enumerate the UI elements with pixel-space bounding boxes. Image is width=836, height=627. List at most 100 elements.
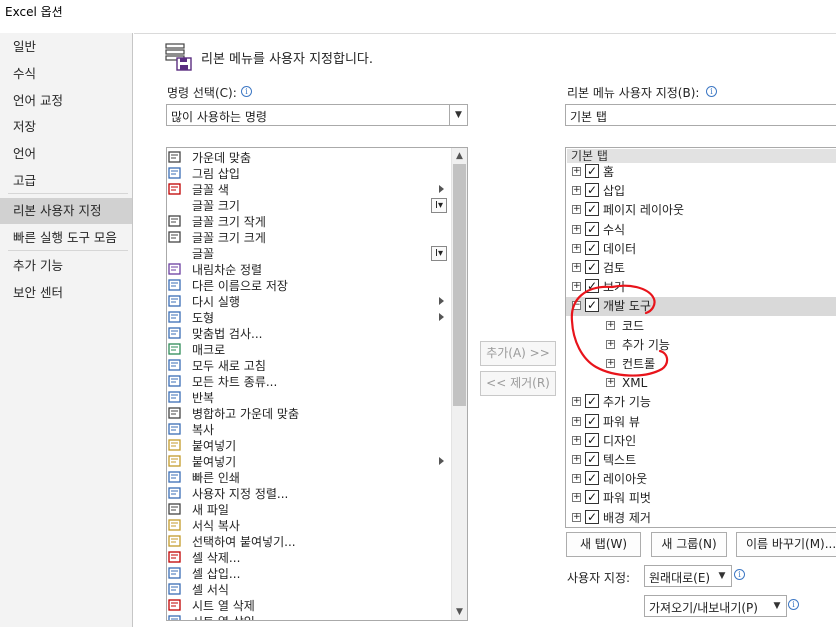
tab-checkbox[interactable]: ✓ xyxy=(585,221,599,236)
ribbon-tab-item[interactable]: + ✓ 디자인 xyxy=(566,432,836,451)
sidebar-item[interactable]: 수식 xyxy=(0,61,132,87)
tab-checkbox[interactable]: ✓ xyxy=(585,509,599,524)
tab-checkbox[interactable]: ✓ xyxy=(585,471,599,486)
command-item[interactable]: 다시 실행 xyxy=(167,294,452,310)
command-item[interactable]: 서식 복사 xyxy=(167,518,452,534)
expand-icon[interactable]: + xyxy=(572,186,581,196)
new-group-button[interactable]: 새 그룹(N) xyxy=(651,532,727,557)
sidebar-item[interactable]: 언어 xyxy=(0,141,132,167)
expand-icon[interactable]: + xyxy=(572,224,581,234)
scrollbar-thumb[interactable] xyxy=(453,164,466,406)
tab-checkbox[interactable]: ✓ xyxy=(585,413,599,428)
scroll-up-icon[interactable]: ▲ xyxy=(452,149,467,163)
expand-icon[interactable]: + xyxy=(572,435,581,445)
ribbon-tab-item[interactable]: + ✓ 페이지 레이아웃 xyxy=(566,201,836,220)
expand-icon[interactable]: + xyxy=(572,455,581,464)
command-item[interactable]: 병합하고 가운데 맞춤 xyxy=(167,406,452,422)
ribbon-tab-item[interactable]: + ✓ 추가 기능 xyxy=(566,393,836,412)
ribbon-tab-item[interactable]: + ✓ 텍스트 xyxy=(566,451,836,470)
sidebar-item[interactable]: 언어 교정 xyxy=(0,88,132,114)
info-icon[interactable]: i xyxy=(788,599,799,610)
command-item[interactable]: 글꼴 크기 크게 xyxy=(167,230,452,246)
command-item[interactable]: 새 파일 xyxy=(167,502,452,518)
tab-checkbox[interactable]: ✓ xyxy=(585,432,599,447)
command-item[interactable]: 시트 열 삭제 xyxy=(167,598,452,614)
info-icon[interactable]: i xyxy=(734,569,745,580)
command-item[interactable]: 글꼴 크기 작게 xyxy=(167,214,452,230)
tab-checkbox[interactable]: ✓ xyxy=(585,202,599,217)
ribbon-tab-item[interactable]: + ✓ 데이터 xyxy=(566,240,836,259)
scroll-down-icon[interactable]: ▼ xyxy=(452,605,467,619)
tab-checkbox[interactable]: ✓ xyxy=(585,164,599,178)
choose-commands-dropdown[interactable]: 많이 사용하는 명령 ▼ xyxy=(166,104,468,126)
ribbon-tab-item[interactable]: + ✓ 홈 xyxy=(566,163,836,182)
blank-icon xyxy=(167,246,185,262)
tab-checkbox[interactable]: ✓ xyxy=(585,394,599,409)
command-item[interactable]: 가운데 맞춤 xyxy=(167,150,452,166)
tab-checkbox[interactable]: ✓ xyxy=(585,490,599,505)
command-item[interactable]: 도형 xyxy=(167,310,452,326)
command-item[interactable]: 셀 삽입... xyxy=(167,566,452,582)
customize-ribbon-icon xyxy=(165,43,192,71)
tab-checkbox[interactable]: ✓ xyxy=(585,240,599,255)
command-item[interactable]: 모든 차트 종류... xyxy=(167,374,452,390)
command-item[interactable]: 시트 열 삽입 xyxy=(167,614,452,620)
command-item[interactable]: 모두 새로 고침 xyxy=(167,358,452,374)
ribbon-tab-item[interactable]: + ✓ 레이아웃 xyxy=(566,470,836,489)
command-item[interactable]: 매크로 xyxy=(167,342,452,358)
tab-checkbox[interactable]: ✓ xyxy=(585,260,599,274)
remove-button[interactable]: << 제거(R) xyxy=(480,371,556,396)
command-item[interactable]: 붙여넣기 xyxy=(167,438,452,454)
sidebar-item[interactable]: 저장 xyxy=(0,114,132,140)
ribbon-tab-item[interactable]: + ✓ 파워 피벗 xyxy=(566,489,836,508)
expand-icon[interactable]: + xyxy=(572,243,581,253)
new-tab-button[interactable]: 새 탭(W) xyxy=(566,532,641,557)
tab-checkbox[interactable]: ✓ xyxy=(585,183,599,198)
command-item[interactable]: 반복 xyxy=(167,390,452,406)
command-item[interactable]: 글꼴 색 xyxy=(167,182,452,198)
info-icon[interactable]: i xyxy=(706,86,717,97)
tab-checkbox[interactable]: ✓ xyxy=(585,452,599,466)
sidebar-item[interactable]: 고급 xyxy=(0,168,132,194)
sidebar-item[interactable]: 보안 센터 xyxy=(0,280,132,306)
customize-ribbon-dropdown[interactable]: 기본 탭 xyxy=(565,104,836,126)
reset-dropdown[interactable]: 원래대로(E) ▼ xyxy=(644,565,732,587)
command-item[interactable]: 셀 삭제... xyxy=(167,550,452,566)
rename-button[interactable]: 이름 바꾸기(M)... xyxy=(736,532,836,557)
sidebar-item[interactable]: 일반 xyxy=(0,34,132,60)
sidebar-item[interactable]: 빠른 실행 도구 모음 xyxy=(0,225,132,251)
command-item[interactable]: 사용자 지정 정렬... xyxy=(167,486,452,502)
expand-icon[interactable]: + xyxy=(572,263,581,272)
commands-list[interactable]: ▲ ▼ 가운데 맞춤 그림 삽입 글꼴 색 글꼴 크기 I▾ 글꼴 크기 작게 글꼴 크기 … xyxy=(166,147,468,621)
sidebar-item[interactable]: 리본 사용자 지정 xyxy=(0,198,132,224)
expand-icon[interactable]: + xyxy=(572,205,581,215)
commands-scrollbar[interactable]: ▲ ▼ xyxy=(451,148,467,620)
expand-icon[interactable]: + xyxy=(572,474,581,484)
ribbon-tab-item[interactable]: + ✓ 검토 xyxy=(566,259,836,278)
add-button[interactable]: 추가(A) >> xyxy=(480,341,556,366)
ribbon-tab-item[interactable]: + ✓ 배경 제거 xyxy=(566,509,836,527)
expand-icon[interactable]: + xyxy=(572,167,581,176)
ribbon-tab-item[interactable]: + ✓ 파워 뷰 xyxy=(566,413,836,432)
command-item[interactable]: 글꼴 크기 I▾ xyxy=(167,198,452,214)
info-icon[interactable]: i xyxy=(241,86,252,97)
command-item[interactable]: 내림차순 정렬 xyxy=(167,262,452,278)
sidebar-item[interactable]: 추가 기능 xyxy=(0,253,132,279)
command-item[interactable]: 글꼴 I▾ xyxy=(167,246,452,262)
command-item[interactable]: 셀 서식 xyxy=(167,582,452,598)
command-item[interactable]: 빠른 인쇄 xyxy=(167,470,452,486)
command-label: 선택하여 붙여넣기... xyxy=(192,535,296,549)
command-item[interactable]: 다른 이름으로 저장 xyxy=(167,278,452,294)
ribbon-tab-item[interactable]: + ✓ 수식 xyxy=(566,221,836,240)
expand-icon[interactable]: + xyxy=(572,397,581,407)
ribbon-tab-item[interactable]: + ✓ 삽입 xyxy=(566,182,836,201)
expand-icon[interactable]: + xyxy=(572,512,581,522)
command-item[interactable]: 맞춤법 검사... xyxy=(167,326,452,342)
command-item[interactable]: 선택하여 붙여넣기... xyxy=(167,534,452,550)
command-item[interactable]: 복사 xyxy=(167,422,452,438)
import-export-dropdown[interactable]: 가져오기/내보내기(P) ▼ xyxy=(644,595,787,617)
command-item[interactable]: 붙여넣기 xyxy=(167,454,452,470)
expand-icon[interactable]: + xyxy=(572,416,581,426)
expand-icon[interactable]: + xyxy=(572,493,581,503)
command-item[interactable]: 그림 삽입 xyxy=(167,166,452,182)
